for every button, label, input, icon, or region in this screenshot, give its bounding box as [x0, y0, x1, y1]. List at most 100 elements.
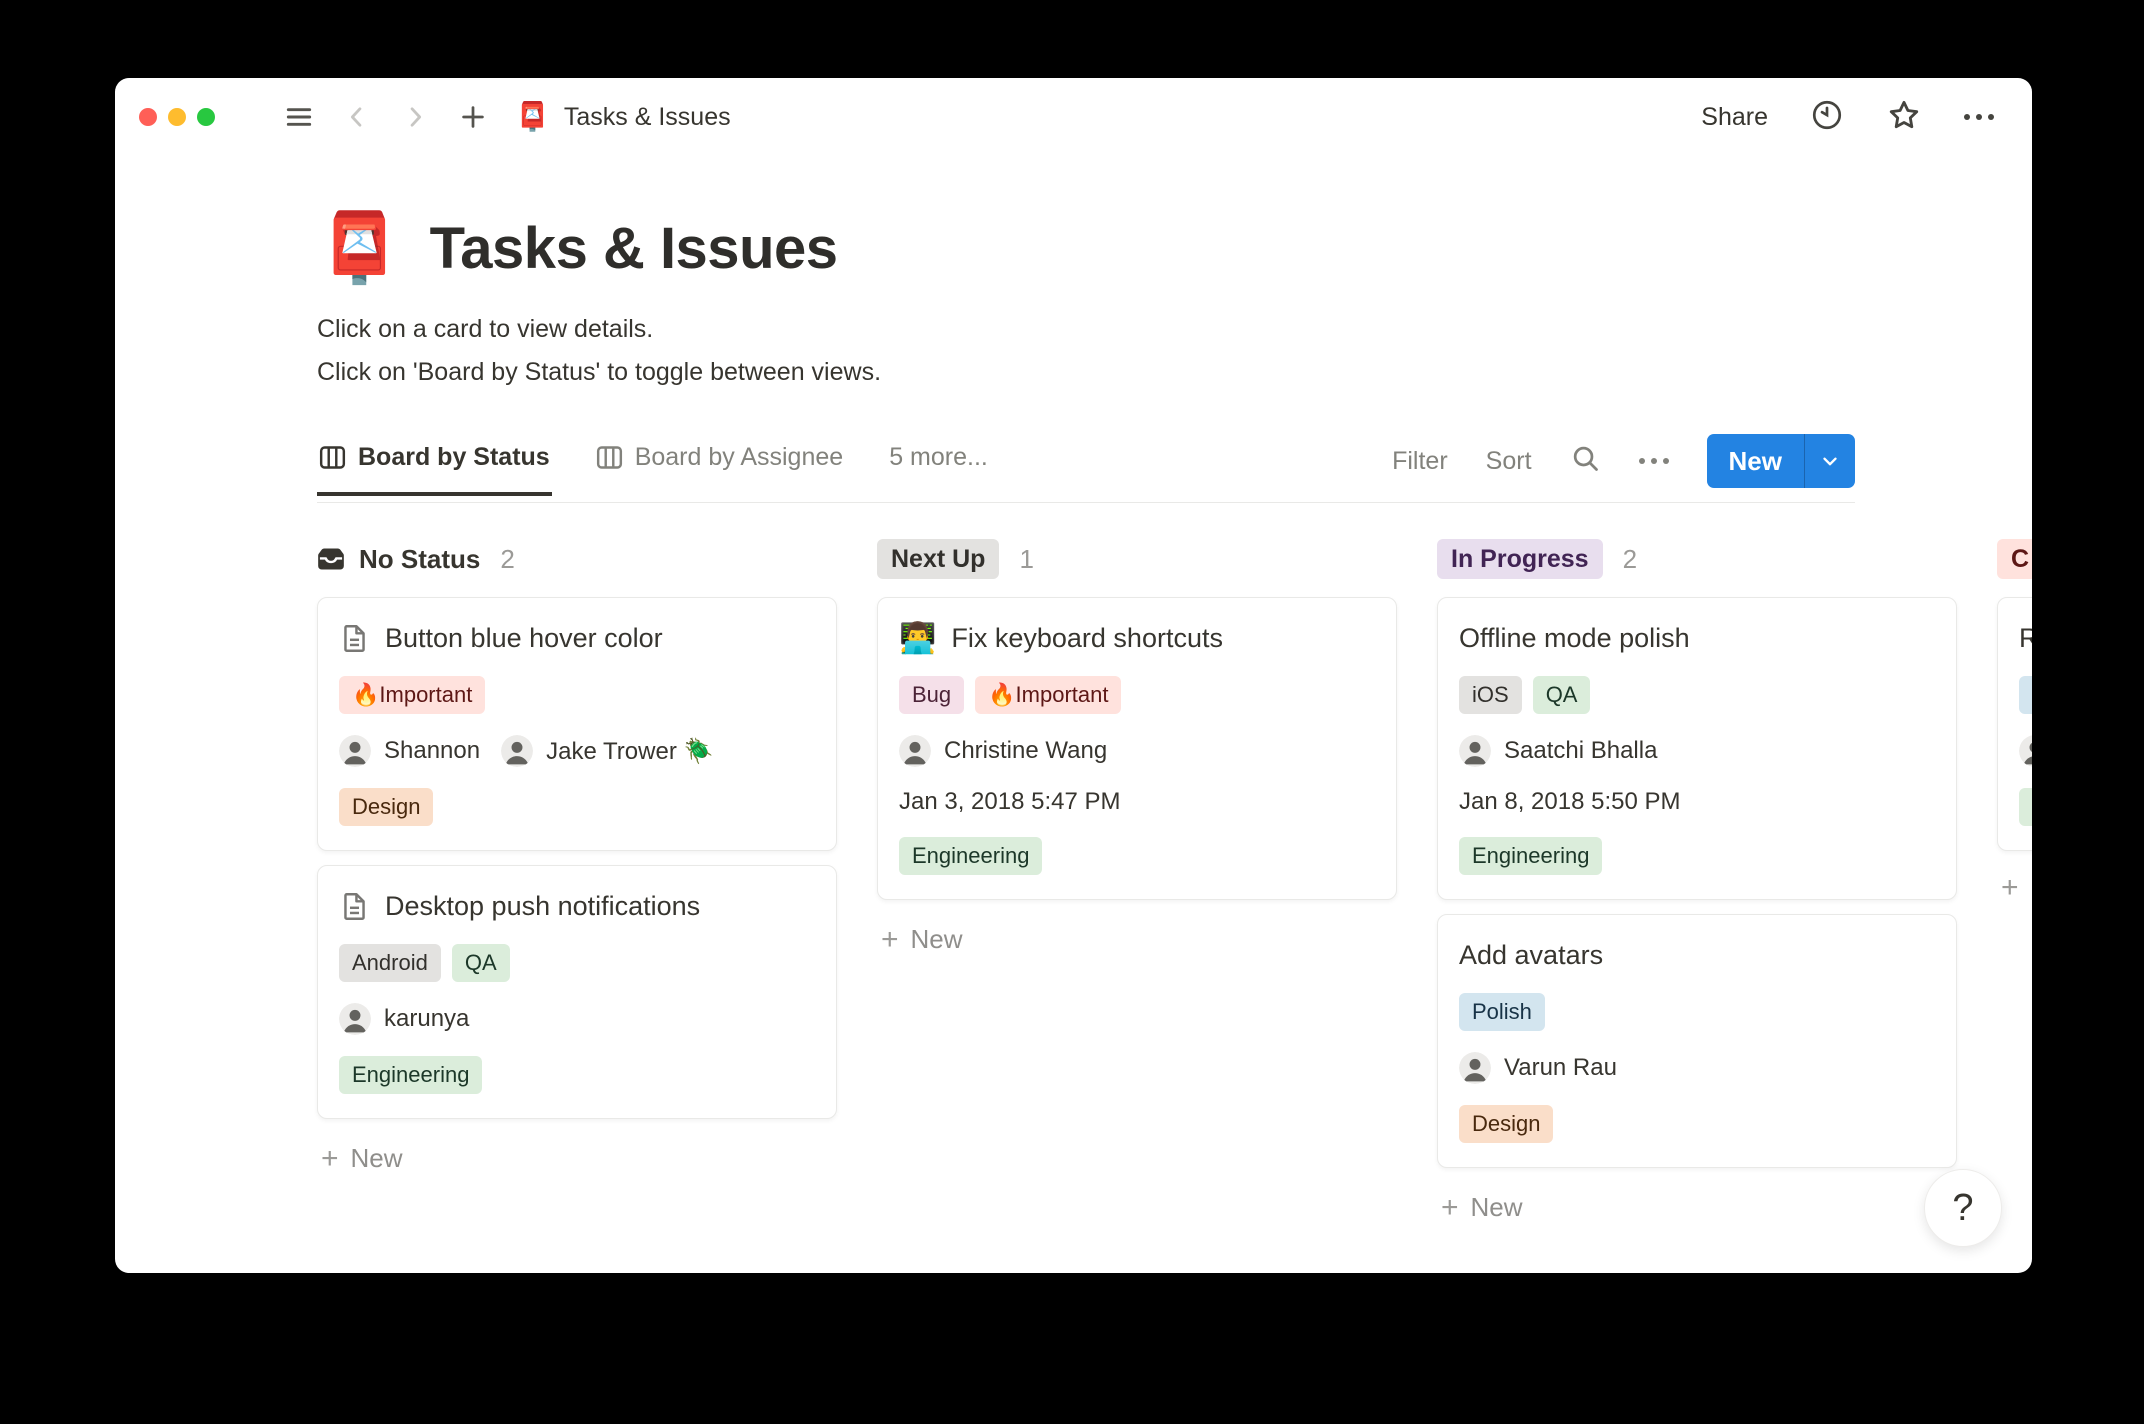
plus-icon: + — [1441, 1190, 1459, 1224]
sort-button[interactable]: Sort — [1486, 447, 1532, 476]
share-button[interactable]: Share — [1701, 103, 1768, 132]
card-fix-keyboard-shortcuts[interactable]: 👨‍💻 Fix keyboard shortcuts Bug 🔥Importan… — [877, 597, 1397, 900]
column-in-progress: In Progress 2 Offline mode polish iOS QA… — [1437, 539, 1957, 1233]
tag-qa: QA — [451, 944, 510, 982]
card-date: Jan 8, 2018 5:50 PM — [1459, 788, 1681, 815]
zoom-window-button[interactable] — [197, 108, 215, 126]
avatar — [1459, 1052, 1491, 1084]
new-button-label[interactable]: New — [1707, 434, 1804, 488]
minimize-window-button[interactable] — [168, 108, 186, 126]
avatar — [339, 1003, 371, 1035]
avatar — [899, 735, 931, 767]
assignee: Shannon — [339, 735, 480, 767]
column-title[interactable]: No Status — [317, 544, 480, 575]
breadcrumb[interactable]: 📮 Tasks & Issues — [515, 103, 731, 132]
tag-engineering: Engineering — [339, 1056, 483, 1094]
assignee: Varun Rau — [1459, 1052, 1617, 1084]
help-button[interactable]: ? — [1924, 1169, 2002, 1247]
avatar — [1459, 735, 1491, 767]
assignee-name: Varun Rau — [1504, 1054, 1617, 1081]
tab-label: Board by Assignee — [634, 442, 844, 471]
assignee: Saatchi Bhalla — [1459, 735, 1657, 767]
column-no-status: No Status 2 Button blue hover color 🔥Imp… — [317, 539, 837, 1233]
search-icon[interactable] — [1570, 443, 1601, 479]
column-count: 2 — [500, 543, 515, 574]
no-status-inbox-icon — [318, 548, 344, 570]
tag-partial: E — [2019, 788, 2032, 826]
tab-board-by-assignee[interactable]: Board by Assignee — [594, 443, 845, 496]
column-completed-partial: C R P E — [1997, 539, 2032, 1233]
add-card-button[interactable]: + New — [1437, 1182, 1527, 1233]
board-view-icon — [319, 444, 346, 471]
add-card-button[interactable]: + New — [877, 914, 967, 965]
assignee-name: Christine Wang — [944, 737, 1108, 764]
card-add-avatars[interactable]: Add avatars Polish Varun Rau Design — [1437, 914, 1957, 1168]
more-options-icon[interactable] — [1964, 114, 1994, 120]
assignee: karunya — [339, 1003, 469, 1035]
tag-engineering: Engineering — [1459, 837, 1603, 875]
add-card-button[interactable]: + — [1997, 865, 2032, 911]
new-tab-plus-icon[interactable] — [453, 97, 493, 137]
assignee — [2019, 735, 2032, 767]
kanban-board: No Status 2 Button blue hover color 🔥Imp… — [115, 539, 2032, 1233]
page-doc-icon — [344, 625, 365, 652]
view-tab-bar: Board by Status Board by Assignee 5 more… — [317, 434, 1855, 503]
page-favicon: 📮 — [515, 101, 550, 132]
board-view-icon — [596, 444, 623, 471]
column-label: No Status — [359, 543, 481, 574]
column-header: C — [1997, 539, 2032, 579]
add-card-label: New — [1470, 1192, 1523, 1222]
favorite-star-icon[interactable] — [1886, 97, 1922, 138]
add-card-button[interactable]: + New — [317, 1133, 407, 1184]
avatar — [339, 735, 371, 767]
close-window-button[interactable] — [139, 108, 157, 126]
column-next-up: Next Up 1 👨‍💻 Fix keyboard shortcuts Bug… — [877, 539, 1397, 1233]
page-title[interactable]: Tasks & Issues — [430, 215, 838, 282]
column-header: No Status 2 — [317, 539, 837, 579]
new-button-chevron-down-icon[interactable] — [1804, 434, 1855, 488]
card-offline-mode-polish[interactable]: Offline mode polish iOS QA Saatchi Bhall… — [1437, 597, 1957, 900]
tab-more-views[interactable]: 5 more... — [887, 443, 990, 496]
column-count: 1 — [1019, 543, 1034, 574]
description-line-1: Click on a card to view details. — [317, 315, 654, 343]
column-count: 2 — [1622, 543, 1638, 574]
tag-design: Design — [339, 788, 434, 826]
tag-important: 🔥Important — [975, 676, 1122, 714]
assignee-name: Jake Trower 🪲 — [546, 737, 714, 765]
description-line-2: Click on 'Board by Status' to toggle bet… — [317, 358, 882, 386]
breadcrumb-title: Tasks & Issues — [563, 102, 731, 131]
board-toolbar: Filter Sort New — [1392, 434, 1855, 502]
card-desktop-push-notifications[interactable]: Desktop push notifications Android QA ka… — [317, 865, 837, 1119]
tab-board-by-status[interactable]: Board by Status — [317, 443, 552, 496]
titlebar: 📮 Tasks & Issues Share — [115, 78, 2032, 156]
card-partial[interactable]: R P E — [1997, 597, 2032, 851]
back-icon[interactable] — [337, 97, 377, 137]
avatar — [501, 735, 534, 767]
card-date: Jan 3, 2018 5:47 PM — [899, 788, 1121, 815]
window-controls — [139, 108, 215, 126]
tab-label: Board by Status — [358, 442, 550, 471]
tag-ios: iOS — [1459, 676, 1522, 714]
tag-polish: Polish — [1459, 993, 1545, 1031]
assignee-name: karunya — [384, 1005, 470, 1032]
history-clock-icon[interactable] — [1810, 98, 1844, 137]
card-title: R — [2019, 623, 2032, 653]
card-title: Add avatars — [1459, 940, 1604, 970]
sidebar-menu-icon[interactable] — [279, 97, 319, 137]
plus-icon: + — [881, 922, 899, 956]
column-title[interactable]: C — [1997, 539, 2032, 579]
forward-icon[interactable] — [395, 97, 435, 137]
view-options-icon[interactable] — [1638, 458, 1669, 464]
add-card-label: New — [910, 924, 963, 954]
card-title: Button blue hover color — [385, 623, 663, 653]
filter-button[interactable]: Filter — [1392, 447, 1448, 476]
page-header: 📮 Tasks & Issues Click on a card to view… — [115, 214, 1855, 394]
new-record-button[interactable]: New — [1706, 434, 1855, 488]
column-title[interactable]: In Progress — [1437, 539, 1603, 579]
card-button-blue-hover-color[interactable]: Button blue hover color 🔥Important Shann… — [317, 597, 837, 851]
add-card-label: New — [350, 1143, 403, 1173]
column-title[interactable]: Next Up — [877, 539, 1000, 579]
assignee: Jake Trower 🪲 — [501, 735, 713, 767]
page-icon[interactable]: 📮 — [317, 214, 402, 282]
tag-bug: Bug — [899, 676, 965, 714]
